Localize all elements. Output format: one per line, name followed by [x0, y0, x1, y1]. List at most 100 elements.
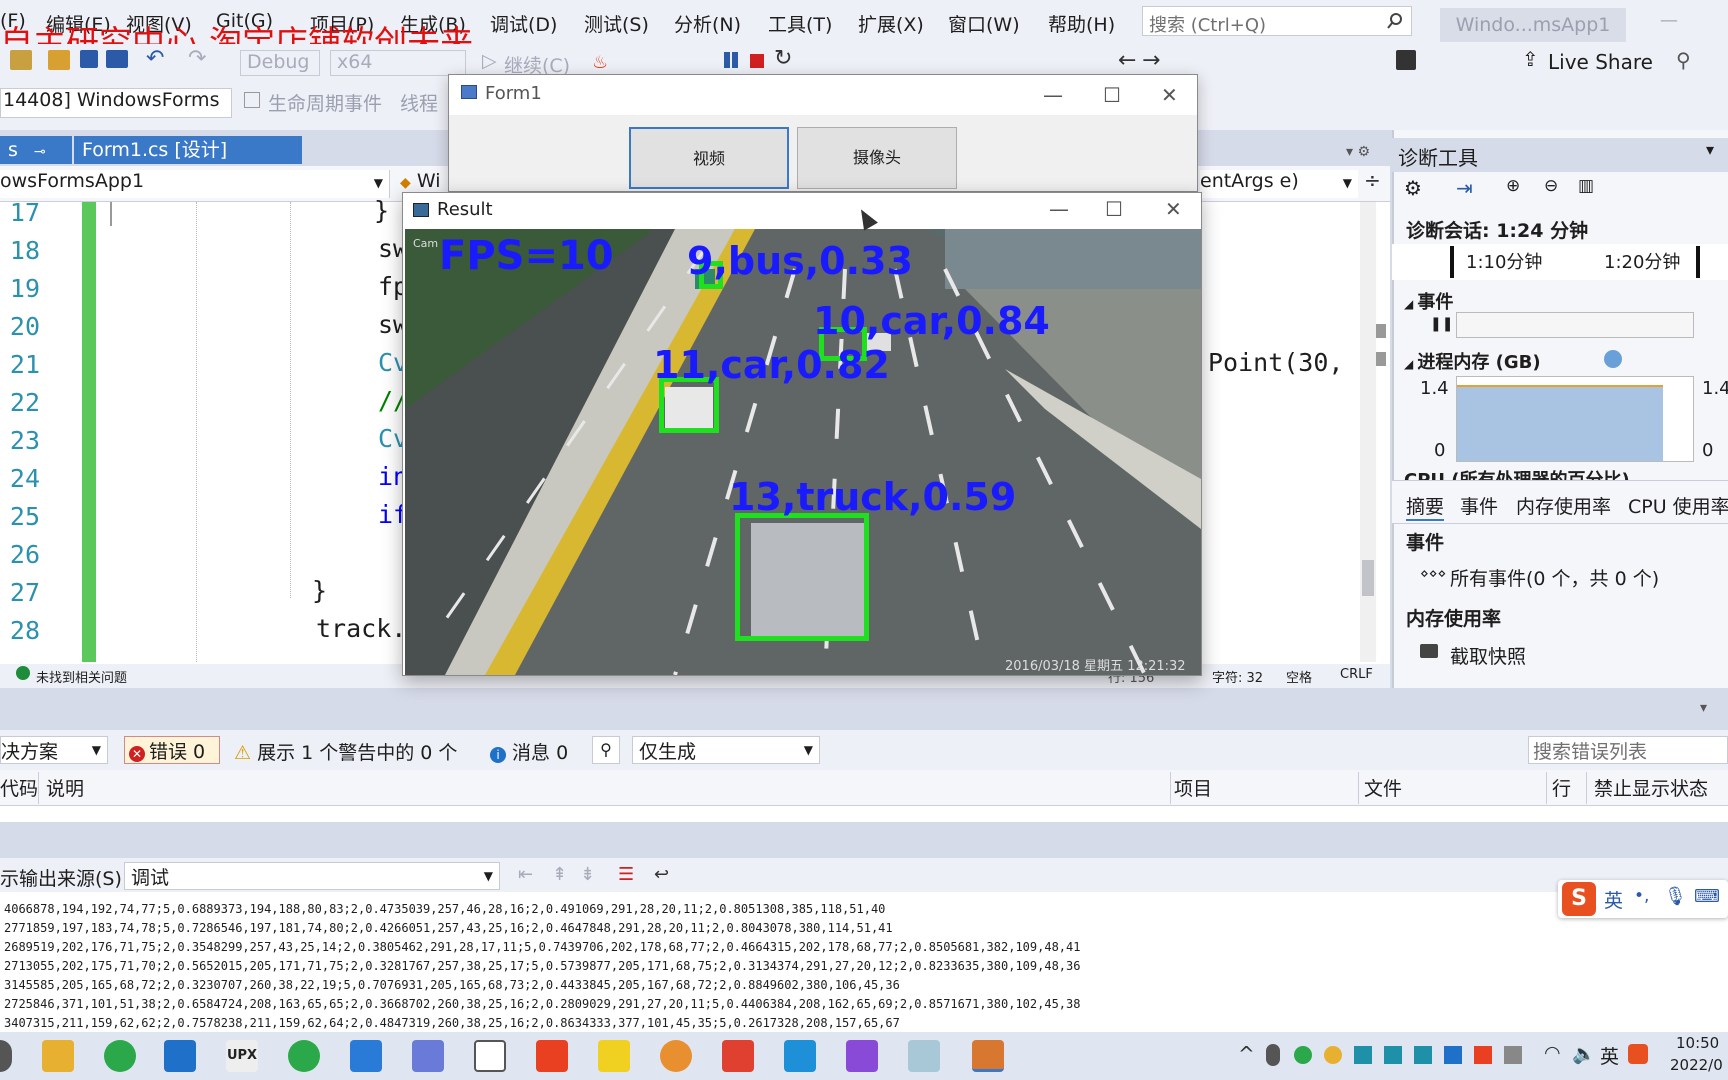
app-bird-icon[interactable]	[412, 1040, 444, 1072]
column-file[interactable]: 文件	[1364, 774, 1402, 801]
take-snapshot-button[interactable]: 截取快照	[1450, 642, 1526, 669]
type-nav-dropdown[interactable]: ◆ Wi	[400, 170, 440, 192]
clock-date[interactable]: 2022/0	[1670, 1056, 1723, 1074]
save-all-icon[interactable]	[106, 50, 128, 68]
cpu-section-title[interactable]: CPU (所有处理器的百分比)	[1404, 466, 1630, 480]
lifecycle-events-button[interactable]: 生命周期事件	[268, 89, 382, 116]
menu-help[interactable]: 帮助(H)	[1048, 10, 1115, 37]
tab-cpu-usage[interactable]: CPU 使用率	[1628, 492, 1728, 519]
camera-button[interactable]: 摄像头	[797, 127, 957, 189]
feedback-icon[interactable]: ⚲	[1676, 48, 1691, 72]
menu-test[interactable]: 测试(S)	[584, 10, 649, 37]
tray-app-icon[interactable]	[1324, 1046, 1342, 1064]
tray-microphone-icon[interactable]	[1266, 1044, 1280, 1066]
column-status[interactable]: 字符: 32	[1212, 667, 1263, 686]
column-code[interactable]: 代码	[0, 774, 38, 801]
minimize-icon[interactable]: —	[1043, 83, 1063, 107]
media-player-icon[interactable]	[536, 1040, 568, 1072]
volume-icon[interactable]: 🔈	[1572, 1042, 1596, 1065]
wechat-icon[interactable]	[288, 1040, 320, 1072]
minimize-icon[interactable]: —	[1660, 10, 1678, 31]
column-line[interactable]: 行	[1552, 774, 1571, 801]
stop-icon[interactable]	[750, 54, 764, 68]
platform-dropdown[interactable]: x64	[330, 50, 466, 76]
ime-indicator[interactable]: 英	[1600, 1042, 1619, 1069]
clock-time[interactable]: 10:50	[1676, 1034, 1719, 1052]
pause-icon[interactable]	[724, 52, 730, 68]
restart-icon[interactable]: ↻	[774, 46, 792, 71]
new-project-icon[interactable]	[10, 50, 32, 70]
chart-settings-icon[interactable]: ▥	[1578, 176, 1594, 196]
split-editor-icon[interactable]: ÷	[1364, 168, 1381, 192]
tray-app-icon[interactable]	[1474, 1046, 1492, 1064]
next-message-icon[interactable]: ⇟	[580, 864, 595, 885]
bookmark-icon[interactable]	[1396, 50, 1416, 70]
menu-window[interactable]: 窗口(W)	[948, 10, 1020, 37]
scrollbar-thumb[interactable]	[1362, 560, 1374, 596]
zoom-out-icon[interactable]: ⊖	[1544, 176, 1558, 196]
app-window-icon[interactable]	[972, 1040, 1004, 1072]
pin-icon[interactable]: ⊸	[34, 144, 46, 160]
tray-chevron-up-icon[interactable]: ^	[1238, 1042, 1255, 1066]
find-message-icon[interactable]: ⇤	[518, 864, 533, 885]
output-text-area[interactable]: … 4066878,194,192,74,77;5,0.6889373,194,…	[0, 892, 1728, 1032]
close-icon[interactable]: ✕	[1165, 197, 1182, 221]
tab-summary[interactable]: 摘要	[1406, 492, 1445, 521]
menu-debug[interactable]: 调试(D)	[490, 10, 557, 37]
tab-form1-design[interactable]: Form1.cs [设计]	[74, 136, 302, 164]
memory-section-title[interactable]: ◢ 进程内存 (GB)	[1404, 348, 1541, 374]
undo-icon[interactable]: ↶	[146, 46, 164, 71]
whitespace-status[interactable]: 空格	[1286, 667, 1312, 686]
events-track[interactable]	[1456, 312, 1694, 338]
result-title-bar[interactable]: Result — ☐ ✕	[403, 193, 1201, 229]
app-puzzle-icon[interactable]	[722, 1040, 754, 1072]
timeline-start-handle[interactable]	[1450, 246, 1454, 278]
member-nav-dropdown[interactable]: entArgs e) ▼	[1200, 170, 1358, 198]
tab-pinned[interactable]: s ⊸ ✕	[0, 136, 72, 191]
network-icon[interactable]: ◠	[1544, 1042, 1561, 1064]
column-project[interactable]: 项目	[1174, 774, 1212, 801]
word-wrap-icon[interactable]: ↩	[654, 864, 669, 885]
ime-mode-label[interactable]: 英	[1604, 886, 1623, 913]
flash-player-icon[interactable]	[598, 1040, 630, 1072]
tray-app-icon[interactable]	[1354, 1046, 1372, 1064]
project-nav-dropdown[interactable]: owsFormsApp1 ▼	[0, 170, 390, 198]
column-description[interactable]: 说明	[46, 774, 84, 801]
clear-all-icon[interactable]: ☰	[618, 864, 634, 885]
upx-icon[interactable]: UPX	[226, 1040, 258, 1072]
chevron-down-icon[interactable]: ▾	[1706, 140, 1714, 159]
pause-icon[interactable]: ❚❚	[1430, 316, 1453, 332]
chevron-down-icon[interactable]: ▾	[1700, 700, 1707, 716]
app-face-icon[interactable]	[660, 1040, 692, 1072]
live-share-icon[interactable]: ⇪	[1522, 47, 1539, 71]
issues-status[interactable]: 未找到相关问题	[36, 667, 127, 686]
app-glass-icon[interactable]	[908, 1040, 940, 1072]
line-ending-status[interactable]: CRLF	[1340, 667, 1373, 682]
file-explorer-icon[interactable]	[42, 1040, 74, 1072]
search-input[interactable]: 搜索 (Ctrl+Q)	[1142, 6, 1412, 36]
tab-events[interactable]: 事件	[1460, 492, 1498, 519]
menu-extensions[interactable]: 扩展(X)	[858, 10, 924, 37]
save-icon[interactable]	[80, 50, 98, 68]
redo-icon[interactable]: ↷	[188, 46, 206, 71]
all-events-link[interactable]: 所有事件(0 个，共 0 个)	[1450, 564, 1659, 591]
sogou-tray-icon[interactable]	[1628, 1044, 1648, 1064]
tray-app-icon[interactable]	[1444, 1046, 1462, 1064]
messages-filter-button[interactable]: i 消息 0	[490, 738, 568, 765]
error-search-input[interactable]: 搜索错误列表	[1528, 736, 1728, 764]
errors-filter-button[interactable]: ✕ 错误 0	[124, 736, 220, 764]
keyboard-icon[interactable]: ⌨	[1694, 886, 1720, 907]
maximize-icon[interactable]: ☐	[1103, 83, 1121, 107]
minimize-icon[interactable]: —	[1049, 197, 1069, 221]
live-share-button[interactable]: Live Share	[1548, 50, 1653, 74]
thread-label[interactable]: 线程	[400, 89, 438, 116]
filter-icon[interactable]: ⚲	[592, 736, 620, 764]
timeline-end-handle[interactable]	[1696, 246, 1700, 278]
build-filter-dropdown[interactable]: 仅生成 ▼	[632, 736, 820, 764]
app-u-icon[interactable]	[164, 1040, 196, 1072]
form1-title-bar[interactable]: Form1 — ☐ ✕	[449, 75, 1197, 115]
settings-icon[interactable]: ⚙	[1404, 176, 1422, 200]
maximize-icon[interactable]: ☐	[1105, 197, 1123, 221]
tray-app-icon[interactable]	[1414, 1046, 1432, 1064]
memory-chart[interactable]	[1456, 376, 1694, 462]
